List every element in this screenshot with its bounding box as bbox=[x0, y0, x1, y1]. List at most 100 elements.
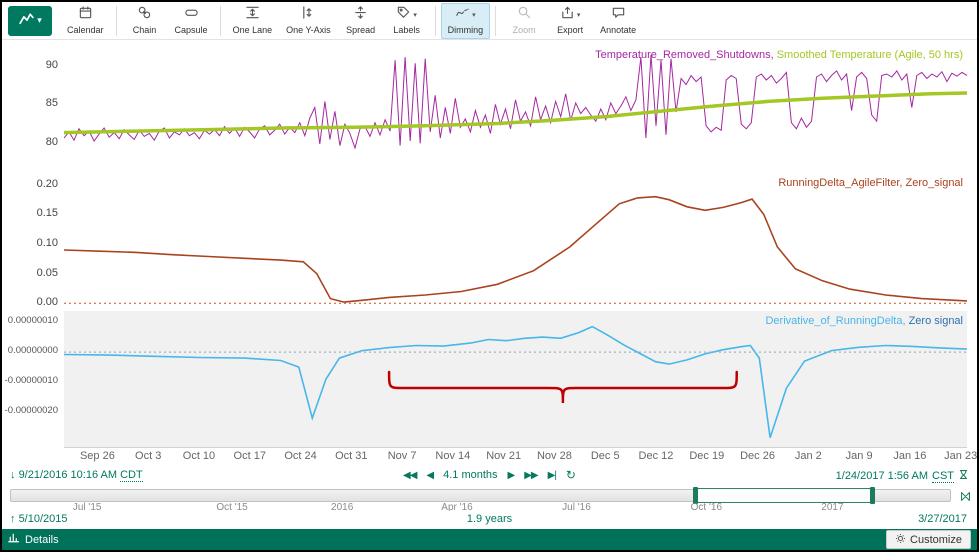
lane-legend: Temperature_Removed_Shutdowns, Smoothed … bbox=[595, 49, 963, 61]
legend-item-zero-signal[interactable]: Zero signal bbox=[909, 315, 963, 327]
toolbar-button-zoom[interactable]: Zoom bbox=[501, 3, 547, 39]
auto-update-button[interactable]: ↻ bbox=[566, 468, 576, 482]
x-axis-tick: Nov 21 bbox=[486, 450, 521, 462]
gear-icon bbox=[895, 533, 906, 547]
display-range-end-timezone[interactable]: CST bbox=[932, 470, 954, 483]
footer-bar: Details Customize bbox=[2, 529, 977, 550]
series-derivative-of-runningdelta bbox=[64, 327, 967, 438]
trend-chart: Sep 26 Oct 3 Oct 10 Oct 17 Oct 24 Oct 31 Nov 7… bbox=[2, 40, 977, 465]
legend-item-smoothed-temperature-agile-50-hrs-[interactable]: Smoothed Temperature (Agile, 50 hrs) bbox=[777, 49, 963, 61]
x-axis-tick: Oct 24 bbox=[284, 450, 316, 462]
toolbar-button-label: Export bbox=[557, 25, 583, 35]
toolbar-separator bbox=[116, 6, 117, 36]
step-back-button[interactable]: ◀ bbox=[426, 470, 433, 481]
step-to-end-button[interactable]: ▶| bbox=[548, 470, 556, 481]
chevron-down-icon: ▾ bbox=[413, 11, 417, 19]
toolbar-button-one-lane[interactable]: One Lane bbox=[226, 3, 280, 39]
timeline-bar[interactable] bbox=[10, 489, 951, 502]
x-axis-tick: Dec 12 bbox=[639, 450, 674, 462]
x-axis-tick: Oct 3 bbox=[135, 450, 161, 462]
x-axis-tick: Dec 26 bbox=[740, 450, 775, 462]
toolbar-button-labels[interactable]: ▾ Labels bbox=[384, 3, 430, 39]
chart-lane-3[interactable] bbox=[64, 311, 967, 448]
y-axis-tick: 0.00 bbox=[2, 296, 58, 308]
toolbar-button-annotate[interactable]: Annotate bbox=[593, 3, 643, 39]
x-axis-tick: Nov 28 bbox=[537, 450, 572, 462]
toolbar-button-dimming[interactable]: ▾ Dimming bbox=[441, 3, 491, 39]
step-forward-fast-button[interactable]: ▶▶ bbox=[524, 470, 537, 481]
toolbar-button-export[interactable]: ▾ Export bbox=[547, 3, 593, 39]
display-range-duration[interactable]: 4.1 months bbox=[443, 469, 497, 481]
step-forward-button[interactable]: ▶ bbox=[508, 470, 515, 481]
y-axis-tick: 0.20 bbox=[2, 178, 58, 190]
x-axis-tick: Jan 23 bbox=[944, 450, 977, 462]
app-window: ▾ Calendar ChainCapsule One Lane One Y-Axis… bbox=[0, 0, 979, 552]
x-axis-tick: Sep 26 bbox=[80, 450, 115, 462]
calendar-icon bbox=[78, 5, 93, 25]
investigate-range-duration[interactable]: 1.9 years bbox=[2, 513, 977, 525]
chevron-down-icon: ▾ bbox=[577, 11, 581, 19]
chart-lane-1[interactable] bbox=[64, 45, 967, 174]
details-button[interactable]: Details bbox=[8, 532, 59, 547]
toolbar-separator bbox=[435, 6, 436, 36]
investigate-range-end[interactable]: 3/27/2017 bbox=[918, 513, 967, 525]
legend-item-zero-signal[interactable]: Zero_signal bbox=[906, 177, 963, 189]
trend-chart-icon bbox=[18, 10, 35, 32]
one-y-axis-icon bbox=[301, 5, 316, 25]
brace-annotation[interactable] bbox=[389, 372, 737, 403]
toolbar-button-label: Calendar bbox=[67, 25, 104, 35]
toolbar-button-label: One Y-Axis bbox=[286, 25, 331, 35]
x-axis-tick: Oct 10 bbox=[183, 450, 215, 462]
x-axis-tick: Oct 17 bbox=[234, 450, 266, 462]
bar-chart-icon bbox=[8, 532, 20, 547]
timeline-resize-icon[interactable] bbox=[960, 489, 971, 507]
toolbar-button-label: Spread bbox=[346, 25, 375, 35]
chart-lane-2[interactable] bbox=[64, 173, 967, 312]
toolbar-button-label: Annotate bbox=[600, 25, 636, 35]
series-smoothed-temperature-agile-50-hrs- bbox=[64, 93, 967, 133]
legend-item-derivative-of-runningdelta[interactable]: Derivative_of_RunningDelta, bbox=[765, 315, 908, 327]
toolbar: ▾ Calendar ChainCapsule One Lane One Y-Axis… bbox=[2, 2, 977, 40]
timeline-selection[interactable] bbox=[696, 488, 872, 503]
step-back-fast-button[interactable]: ◀◀ bbox=[403, 470, 416, 481]
x-axis: Sep 26 Oct 3 Oct 10 Oct 17 Oct 24 Oct 31 Nov 7… bbox=[2, 447, 977, 465]
timeline: Jul '15Oct '152016Apr '16Jul '16Oct '162… bbox=[2, 487, 977, 511]
x-axis-tick: Dec 5 bbox=[591, 450, 620, 462]
x-axis-tick: Nov 14 bbox=[435, 450, 470, 462]
toolbar-button-label: Dimming bbox=[448, 25, 484, 35]
range-step-controls: ◀◀ ◀ 4.1 months ▶ ▶▶ ▶| ↻ bbox=[2, 468, 977, 482]
hourglass-icon bbox=[958, 469, 969, 483]
toolbar-button-one-y-axis[interactable]: One Y-Axis bbox=[279, 3, 338, 39]
toolbar-separator bbox=[495, 6, 496, 36]
toolbar-button-label: Labels bbox=[393, 25, 420, 35]
timeline-handle-right[interactable] bbox=[870, 487, 875, 504]
toolbar-separator bbox=[220, 6, 221, 36]
x-axis-tick: Nov 7 bbox=[388, 450, 417, 462]
chain-icon bbox=[137, 5, 152, 25]
x-axis-tick: Dec 19 bbox=[689, 450, 724, 462]
y-axis-tick: -0.00000020 bbox=[2, 405, 58, 416]
toolbar-button-capsule[interactable]: Capsule bbox=[168, 3, 215, 39]
lane-legend: RunningDelta_AgileFilter, Zero_signal bbox=[778, 177, 963, 189]
toolbar-button-spread[interactable]: Spread bbox=[338, 3, 384, 39]
lane-legend: Derivative_of_RunningDelta, Zero signal bbox=[765, 315, 963, 327]
investigate-range: ↑ 5/10/2015 1.9 years 3/27/2017 bbox=[2, 511, 977, 529]
display-range-end[interactable]: 1/24/2017 1:56 AM CST bbox=[836, 469, 969, 483]
toolbar-button-label: One Lane bbox=[233, 25, 273, 35]
chevron-down-icon: ▾ bbox=[472, 11, 476, 19]
y-axis-tick: 0.10 bbox=[2, 237, 58, 249]
capsule-icon bbox=[184, 5, 199, 25]
display-range-nav: ↓ 9/21/2016 10:16 AM CDT ◀◀ ◀ 4.1 months… bbox=[2, 465, 977, 487]
toolbar-button-label: Zoom bbox=[513, 25, 536, 35]
chevron-down-icon: ▾ bbox=[37, 15, 42, 26]
x-axis-tick: Oct 31 bbox=[335, 450, 367, 462]
worksheet-view-button[interactable]: ▾ bbox=[8, 6, 52, 36]
customize-button[interactable]: Customize bbox=[886, 530, 971, 549]
legend-item-runningdelta-agilefilter[interactable]: RunningDelta_AgileFilter, bbox=[778, 177, 905, 189]
legend-item-temperature-removed-shutdowns[interactable]: Temperature_Removed_Shutdowns, bbox=[595, 49, 777, 61]
y-axis-tick: 80 bbox=[2, 136, 58, 148]
toolbar-button-calendar[interactable]: Calendar bbox=[60, 3, 111, 39]
export-icon bbox=[560, 5, 575, 25]
toolbar-button-chain[interactable]: Chain bbox=[122, 3, 168, 39]
series-temperature-removed-shutdowns bbox=[64, 55, 967, 148]
